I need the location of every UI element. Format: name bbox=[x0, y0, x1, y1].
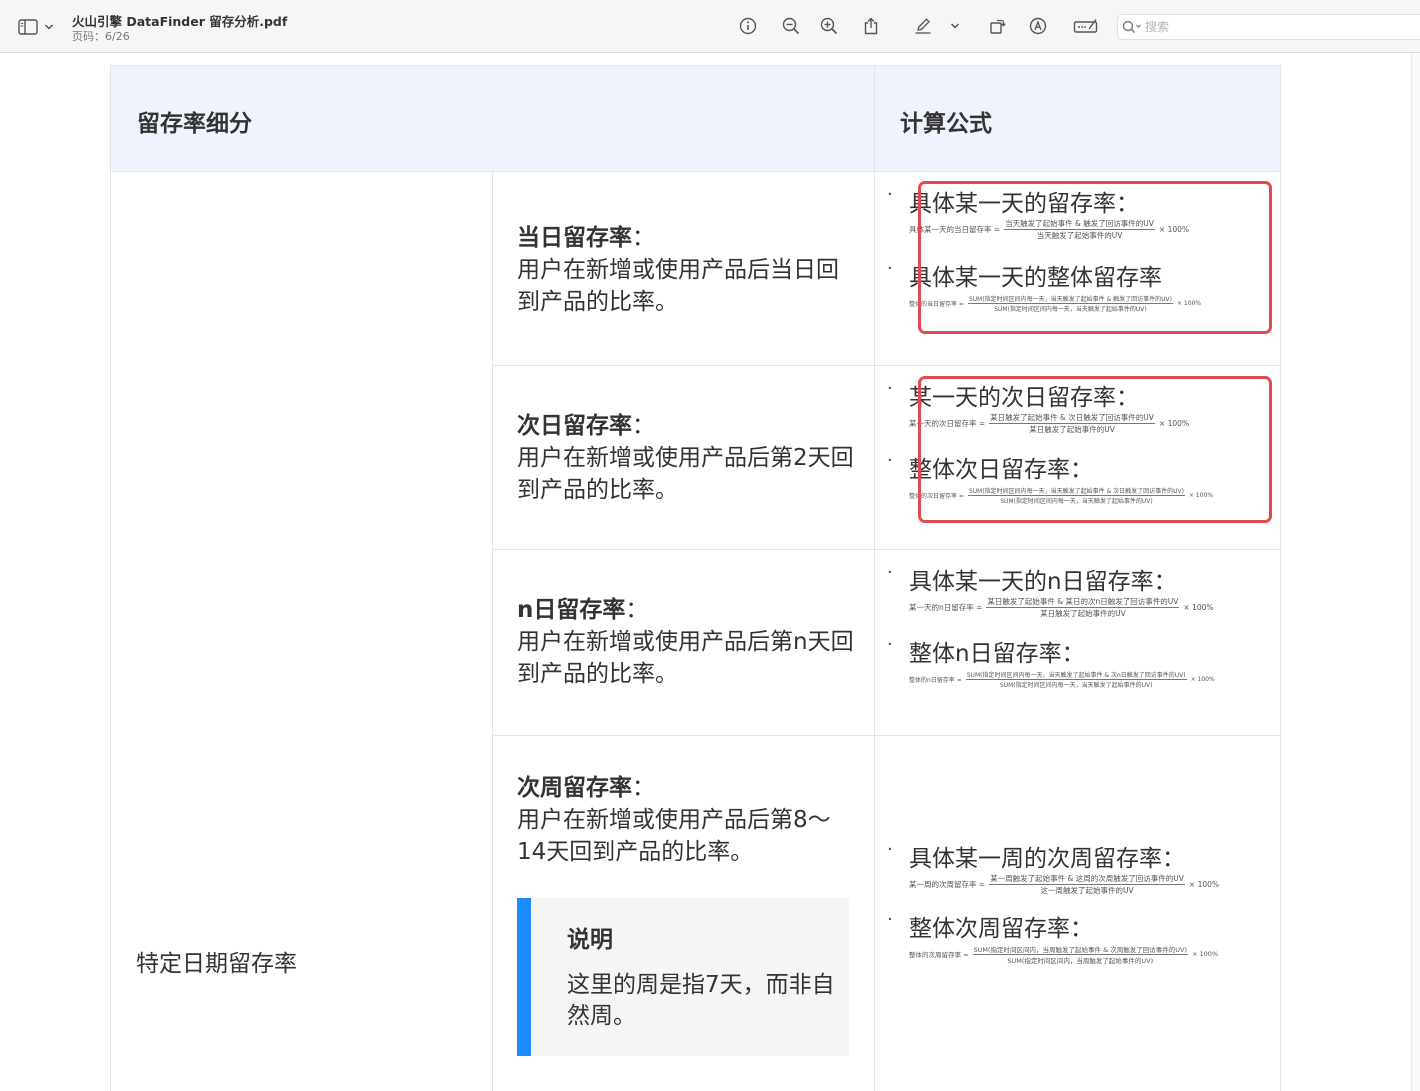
rotate-button[interactable] bbox=[986, 15, 1008, 37]
zoom-in-button[interactable] bbox=[818, 15, 840, 37]
formula-image: 整体的次周留存率 = SUM(指定时间区间内，当周触发了起始事件 & 次周触发了回… bbox=[909, 945, 1219, 965]
metric-desc: 用户在新增或使用产品后第2天回到产品的比率。 bbox=[517, 445, 854, 503]
search-icon bbox=[1122, 20, 1141, 34]
search-input[interactable] bbox=[1145, 20, 1385, 34]
document-page: 留存率细分 计算公式 特定日期留存率 当日留存率： 用户在新增或使用产品后当日回… bbox=[0, 53, 1420, 1091]
annotate-button[interactable] bbox=[1027, 15, 1049, 37]
info-button[interactable] bbox=[737, 15, 759, 37]
table-row-formula: · 某一天的次日留存率： 某一天的次日留存率 = 某日触发了起始事件 & 次日触发了… bbox=[874, 365, 1281, 550]
markup-button[interactable] bbox=[912, 15, 934, 37]
sidebar-toggle-button[interactable] bbox=[18, 17, 58, 37]
sidebar-icon bbox=[18, 19, 38, 35]
table-row-formula: · 具体某一天的n日留存率： 某一天的n日留存率 = 某日触发了起始事件 & 某日的… bbox=[874, 549, 1281, 736]
category-label: 特定日期留存率 bbox=[136, 951, 297, 977]
category-cell: 特定日期留存率 bbox=[110, 171, 493, 1091]
header-cell-formula: 计算公式 bbox=[874, 65, 1281, 172]
note-title: 说明 bbox=[567, 927, 613, 953]
metric-desc: 用户在新增或使用产品后第8～14天回到产品的比率。 bbox=[517, 807, 831, 865]
table-row-desc: 次日留存率： 用户在新增或使用产品后第2天回到产品的比率。 bbox=[492, 365, 875, 550]
formula-title: · 具体某一天的n日留存率： bbox=[887, 562, 1177, 595]
share-icon bbox=[864, 17, 878, 35]
page-indicator: 页码：6/26 bbox=[72, 30, 130, 43]
table-row-desc: n日留存率： 用户在新增或使用产品后第n天回到产品的比率。 bbox=[492, 549, 875, 736]
row-description: 当日留存率： 用户在新增或使用产品后当日回到产品的比率。 bbox=[517, 225, 839, 315]
share-button[interactable] bbox=[860, 15, 882, 37]
zoom-in-icon bbox=[820, 17, 838, 35]
row-description: 次周留存率： 用户在新增或使用产品后第8～14天回到产品的比率。 bbox=[517, 775, 831, 865]
form-fill-icon bbox=[1073, 19, 1098, 33]
rotate-icon bbox=[990, 19, 1006, 34]
metric-desc: 用户在新增或使用产品后当日回到产品的比率。 bbox=[517, 257, 839, 315]
formula-list: · 具体某一周的次周留存率： 某一周的次周留存率 = 某一周触发了起始事件 & 这周… bbox=[887, 839, 1220, 965]
highlight-box bbox=[918, 181, 1272, 334]
chevron-down-icon bbox=[950, 23, 960, 29]
pdf-viewer-toolbar: 火山引擎 DataFinder 留存分析.pdf 页码：6/26 bbox=[0, 0, 1420, 53]
zoom-out-icon bbox=[782, 17, 800, 35]
formula-title: · 整体n日留存率： bbox=[887, 634, 1085, 667]
formula-image: 整体的n日留存率 = SUM(指定时间区间内每一天，当天触发了起始事件 & 次n日… bbox=[909, 671, 1215, 689]
table-row-formula: · 具体某一天的留存率： 具体某一天的当日留存率 = 当天触发了起始事件 & 触发了… bbox=[874, 171, 1281, 366]
formula-image: 某一周的次周留存率 = 某一周触发了起始事件 & 这周的次周触发了回访事件的UV 这… bbox=[909, 873, 1220, 895]
header-formula: 计算公式 bbox=[900, 111, 992, 137]
metric-name: 当日留存率 bbox=[517, 225, 632, 251]
retention-table: 留存率细分 计算公式 特定日期留存率 当日留存率： 用户在新增或使用产品后当日回… bbox=[110, 65, 1281, 1091]
formula-image: 某一天的n日留存率 = 某日触发了起始事件 & 某日的次n日触发了回访事件的UV 某… bbox=[909, 596, 1214, 618]
form-fill-button[interactable] bbox=[1072, 15, 1100, 37]
row-description: n日留存率： 用户在新增或使用产品后第n天回到产品的比率。 bbox=[517, 597, 854, 687]
formula-title: · 整体次周留存率： bbox=[887, 909, 1093, 942]
note-callout: 说明 这里的周是指7天，而非自然周。 bbox=[517, 898, 849, 1056]
search-field[interactable] bbox=[1117, 14, 1420, 40]
table-row-desc: 当日留存率： 用户在新增或使用产品后当日回到产品的比率。 bbox=[492, 171, 875, 366]
markup-pen-icon bbox=[915, 18, 931, 34]
annotate-icon bbox=[1029, 17, 1047, 35]
table-row-formula: · 具体某一周的次周留存率： 某一周的次周留存率 = 某一周触发了起始事件 & 这周… bbox=[874, 735, 1281, 1091]
table-row-desc: 次周留存率： 用户在新增或使用产品后第8～14天回到产品的比率。 说明 这里的周… bbox=[492, 735, 875, 1091]
header-breakdown: 留存率细分 bbox=[137, 111, 252, 137]
row-description: 次日留存率： 用户在新增或使用产品后第2天回到产品的比率。 bbox=[517, 413, 854, 503]
highlight-box bbox=[918, 376, 1272, 523]
metric-name: n日留存率 bbox=[517, 597, 626, 623]
zoom-out-button[interactable] bbox=[780, 15, 802, 37]
markup-menu-button[interactable] bbox=[948, 15, 962, 37]
metric-name: 次周留存率 bbox=[517, 775, 632, 801]
info-icon bbox=[739, 17, 757, 35]
vertical-scrollbar[interactable] bbox=[1411, 53, 1420, 1091]
metric-name: 次日留存率 bbox=[517, 413, 632, 439]
metric-desc: 用户在新增或使用产品后第n天回到产品的比率。 bbox=[517, 629, 854, 687]
note-body: 这里的周是指7天，而非自然周。 bbox=[567, 972, 835, 1029]
formula-title: · 具体某一周的次周留存率： bbox=[887, 839, 1185, 872]
header-cell-breakdown: 留存率细分 bbox=[110, 65, 875, 172]
chevron-down-icon bbox=[44, 24, 54, 30]
formula-list: · 具体某一天的n日留存率： 某一天的n日留存率 = 某日触发了起始事件 & 某日的… bbox=[887, 562, 1215, 690]
